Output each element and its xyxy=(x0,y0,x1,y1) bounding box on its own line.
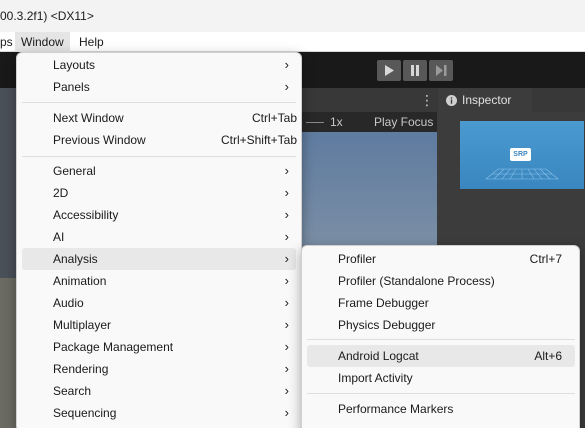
chevron-right-icon: › xyxy=(284,163,289,178)
unity-editor-window: 00.3.2f1) <DX11> ps Window Help 1x Play … xyxy=(0,0,585,428)
menu-item-label: Multiplayer xyxy=(53,318,112,332)
menu-item-label: AI xyxy=(53,230,65,244)
submenu-separator xyxy=(307,393,575,394)
menu-item-rendering[interactable]: Rendering › xyxy=(22,358,296,380)
menu-item-shortcut: Ctrl+Tab xyxy=(251,111,297,125)
menu-item-label: Package Management xyxy=(53,340,174,354)
more-options-icon[interactable]: ⋮ xyxy=(420,92,434,109)
menu-item-next-window[interactable]: Next Window Ctrl+Tab xyxy=(22,107,297,129)
chevron-right-icon: › xyxy=(284,339,289,354)
submenu-item-label: Profiler xyxy=(338,252,377,266)
menu-item-label: Analysis xyxy=(53,252,98,266)
menu-separator xyxy=(22,156,296,157)
chevron-right-icon: › xyxy=(284,361,289,376)
menu-item-label: Animation xyxy=(53,274,107,288)
menu-item-label: Sequencing xyxy=(53,406,117,420)
menu-item-previous-window[interactable]: Previous Window Ctrl+Shift+Tab xyxy=(22,129,297,151)
menu-item-package-management[interactable]: Package Management › xyxy=(22,336,296,358)
step-icon xyxy=(435,65,446,76)
menubar-item-help[interactable]: Help xyxy=(73,32,110,52)
pause-icon xyxy=(411,65,419,76)
menu-item-label: Previous Window xyxy=(53,133,146,147)
submenu-item-profiler-standalone[interactable]: Profiler (Standalone Process) xyxy=(307,270,575,292)
chevron-right-icon: › xyxy=(284,207,289,222)
window-title-bar: 00.3.2f1) <DX11> xyxy=(0,0,585,32)
submenu-item-physics-debugger[interactable]: Physics Debugger xyxy=(307,314,575,336)
menu-item-animation[interactable]: Animation › xyxy=(22,270,296,292)
menu-item-label: Panels xyxy=(53,80,90,94)
window-menu: Layouts › Panels › Next Window Ctrl+Tab … xyxy=(16,52,302,428)
submenu-item-label: Import Activity xyxy=(338,371,413,385)
tab-inspector[interactable]: Inspector xyxy=(438,88,532,112)
menu-item-audio[interactable]: Audio › xyxy=(22,292,296,314)
menu-item-label: 2D xyxy=(53,186,69,200)
play-focus-dropdown[interactable]: Play Focus xyxy=(374,115,433,129)
chevron-right-icon: › xyxy=(284,317,289,332)
menu-item-label: Search xyxy=(53,384,92,398)
menu-item-2d[interactable]: 2D › xyxy=(22,182,296,204)
game-view xyxy=(300,132,437,247)
srp-badge: SRP xyxy=(510,148,531,161)
submenu-item-label: Profiler (Standalone Process) xyxy=(338,274,495,288)
submenu-item-shortcut: Ctrl+7 xyxy=(529,252,562,266)
menu-item-analysis[interactable]: Analysis › xyxy=(22,248,296,270)
menu-item-accessibility[interactable]: Accessibility › xyxy=(22,204,296,226)
menu-item-sequencing[interactable]: Sequencing › xyxy=(22,402,296,424)
menu-item-multiplayer[interactable]: Multiplayer › xyxy=(22,314,296,336)
menu-item-label: Layouts xyxy=(53,58,96,72)
submenu-item-label: Physics Debugger xyxy=(338,318,436,332)
playmode-controls xyxy=(377,60,453,81)
play-button[interactable] xyxy=(377,60,401,81)
submenu-separator xyxy=(307,339,575,340)
menu-item-search[interactable]: Search › xyxy=(22,380,296,402)
zoom-level: 1x xyxy=(330,115,343,129)
menu-item-label: General xyxy=(53,164,96,178)
menu-item-label: Accessibility xyxy=(53,208,119,222)
submenu-item-profiler[interactable]: Profiler Ctrl+7 xyxy=(307,248,575,270)
menu-item-shortcut: Ctrl+Shift+Tab xyxy=(220,133,297,147)
chevron-right-icon: › xyxy=(284,57,289,72)
game-view-header: 1x Play Focus xyxy=(300,112,437,132)
menu-item-panels[interactable]: Panels › xyxy=(22,76,296,98)
zoom-slider[interactable] xyxy=(306,122,324,123)
window-title: 00.3.2f1) <DX11> xyxy=(0,9,94,23)
menu-item-ai[interactable]: AI › xyxy=(22,226,296,248)
menubar-item-window[interactable]: Window xyxy=(15,32,70,52)
pause-button[interactable] xyxy=(403,60,427,81)
chevron-right-icon: › xyxy=(284,295,289,310)
submenu-item-android-logcat[interactable]: Android Logcat Alt+6 xyxy=(307,345,575,367)
chevron-right-icon: › xyxy=(284,251,289,266)
chevron-right-icon: › xyxy=(284,383,289,398)
menu-item-label: Next Window xyxy=(53,111,124,125)
menu-item-general[interactable]: General › xyxy=(22,160,296,182)
submenu-item-frame-debugger[interactable]: Frame Debugger xyxy=(307,292,575,314)
info-icon xyxy=(446,94,457,106)
menu-bar: ps Window Help xyxy=(0,32,585,52)
chevron-right-icon: › xyxy=(284,229,289,244)
submenu-item-shortcut: Alt+6 xyxy=(534,349,562,363)
menu-item-label: Audio xyxy=(53,296,84,310)
chevron-right-icon: › xyxy=(284,273,289,288)
menu-item-layouts[interactable]: Layouts › xyxy=(22,54,296,76)
submenu-item-performance-markers[interactable]: Performance Markers xyxy=(307,398,575,420)
submenu-item-label: Frame Debugger xyxy=(338,296,429,310)
analysis-submenu: Profiler Ctrl+7 Profiler (Standalone Pro… xyxy=(301,245,580,428)
step-button[interactable] xyxy=(429,60,453,81)
tab-inspector-label: Inspector xyxy=(462,93,512,107)
play-icon xyxy=(385,65,394,76)
menu-item-label: Rendering xyxy=(53,362,109,376)
chevron-right-icon: › xyxy=(284,79,289,94)
submenu-item-label: Performance Markers xyxy=(338,402,454,416)
submenu-item-import-activity[interactable]: Import Activity xyxy=(307,367,575,389)
chevron-right-icon: › xyxy=(284,185,289,200)
chevron-right-icon: › xyxy=(284,405,289,420)
menu-separator xyxy=(22,102,296,103)
submenu-item-label: Android Logcat xyxy=(338,349,419,363)
